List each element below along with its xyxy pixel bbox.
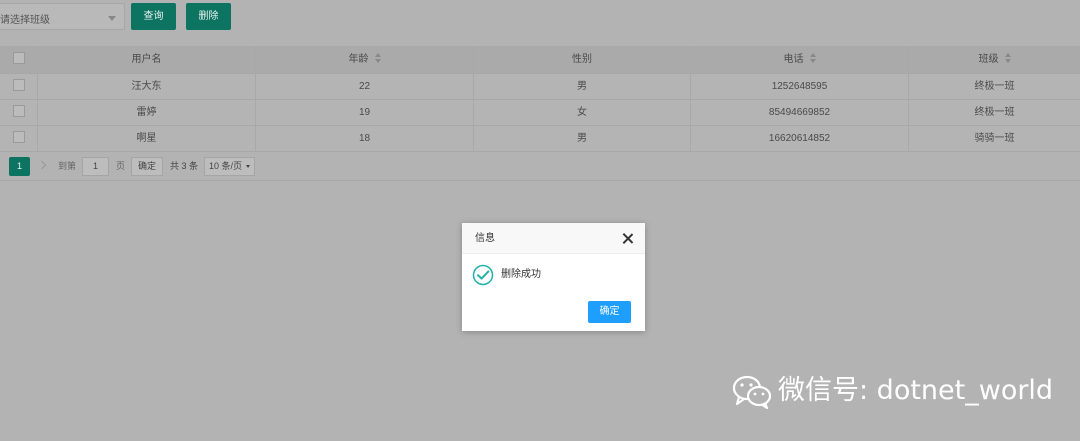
- column-header-label: 性别: [572, 54, 592, 65]
- goto-label: 到第: [58, 161, 77, 171]
- caret-down-icon: [246, 165, 250, 168]
- row-select-cell: [0, 100, 38, 125]
- column-header-label: 电话: [783, 54, 804, 65]
- dialog-ok-button[interactable]: 确定: [588, 301, 631, 323]
- pagination: 1 到第 1 页 确定 共 3 条 10 条/页: [0, 152, 1080, 181]
- cell-gender: 女: [474, 100, 691, 125]
- dialog-title: 信息: [475, 233, 495, 244]
- column-header-age[interactable]: 年龄: [256, 47, 474, 73]
- user-table: 用户名 年龄 性别 电话 班级 汪大东 22 男 1252648595 终极一班…: [0, 47, 1080, 152]
- column-header-gender: 性别: [474, 47, 691, 73]
- check-circle-icon: [472, 264, 494, 286]
- cell-age: 18: [256, 126, 474, 151]
- delete-button[interactable]: 删除: [186, 3, 231, 30]
- cell-phone: 85494669852: [691, 100, 909, 125]
- table-row[interactable]: 汪大东 22 男 1252648595 终极一班: [0, 74, 1080, 100]
- column-header-class[interactable]: 班级: [909, 47, 1080, 73]
- cell-class: 终极一班: [974, 81, 1015, 92]
- cell-age: 19: [256, 100, 474, 125]
- row-checkbox[interactable]: [12, 79, 25, 92]
- chevron-down-icon: [108, 16, 116, 21]
- column-header-phone[interactable]: 电话: [691, 47, 909, 73]
- row-select-cell: [0, 74, 38, 99]
- cell-class: 终极一班: [974, 107, 1015, 118]
- dialog-header: 信息: [462, 223, 645, 254]
- cell-gender: 男: [474, 126, 691, 151]
- close-icon[interactable]: [622, 233, 633, 244]
- sort-icon[interactable]: [374, 53, 381, 64]
- select-all-checkbox[interactable]: [12, 52, 25, 65]
- cell-class: 骑骑一班: [974, 133, 1015, 144]
- sort-icon[interactable]: [809, 53, 816, 64]
- page-input[interactable]: 1: [82, 157, 109, 176]
- column-header-username: 用户名: [38, 47, 256, 73]
- select-all-cell: [0, 47, 38, 73]
- column-header-label: 班级: [978, 54, 999, 65]
- watermark-text: 微信号: dotnet_world: [778, 375, 1054, 406]
- class-select-placeholder: 请选择班级: [0, 15, 50, 26]
- row-checkbox[interactable]: [12, 131, 25, 144]
- class-select[interactable]: 请选择班级: [0, 3, 125, 30]
- row-select-cell: [0, 126, 38, 151]
- page-size-select[interactable]: 10 条/页: [204, 157, 255, 176]
- page-size-value: 10 条/页: [209, 161, 243, 171]
- total-count: 共 3 条: [170, 161, 199, 171]
- page-current-button[interactable]: 1: [9, 157, 30, 176]
- chevron-right-icon[interactable]: [38, 159, 48, 173]
- page-unit-label: 页: [116, 161, 126, 171]
- wechat-icon: [732, 375, 772, 410]
- cell-gender: 男: [474, 74, 691, 99]
- dialog-message: 删除成功: [501, 269, 541, 280]
- query-button[interactable]: 查询: [131, 3, 176, 30]
- table-header-row: 用户名 年龄 性别 电话 班级: [0, 47, 1080, 74]
- row-checkbox[interactable]: [12, 105, 25, 118]
- cell-phone: 1252648595: [691, 74, 909, 99]
- goto-confirm-button[interactable]: 确定: [131, 157, 163, 176]
- cell-username: 雷婷: [38, 100, 256, 125]
- table-row[interactable]: 雷婷 19 女 85494669852 终极一班: [0, 100, 1080, 126]
- column-header-label: 用户名: [131, 54, 162, 65]
- cell-username: 汪大东: [38, 74, 256, 99]
- column-header-label: 年龄: [348, 54, 369, 65]
- info-dialog: 信息 删除成功 确定: [462, 223, 645, 331]
- sort-icon[interactable]: [1004, 53, 1011, 64]
- cell-username: 啊星: [38, 126, 256, 151]
- cell-age: 22: [256, 74, 474, 99]
- table-row[interactable]: 啊星 18 男 16620614852 骑骑一班: [0, 126, 1080, 152]
- cell-phone: 16620614852: [691, 126, 909, 151]
